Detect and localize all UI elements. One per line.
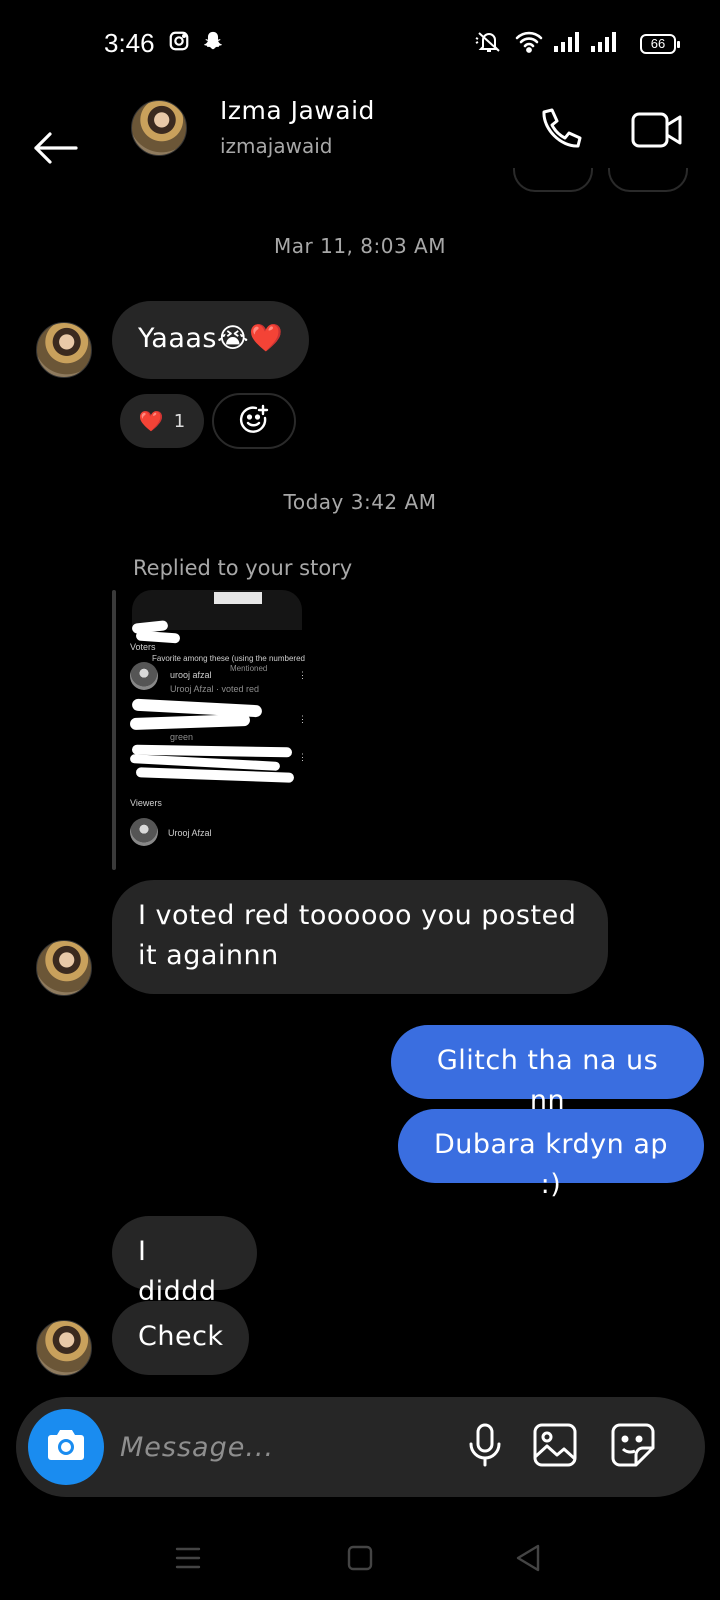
home-button[interactable] bbox=[340, 1540, 380, 1580]
voter-avatar bbox=[130, 662, 158, 690]
sticker-icon bbox=[610, 1422, 656, 1472]
status-time: 3:46 bbox=[104, 28, 155, 58]
gallery-button[interactable] bbox=[529, 1421, 581, 1473]
message-text: Glitch tha na us nn bbox=[436, 1045, 659, 1116]
message-bubble-sent[interactable]: Glitch tha na us nn bbox=[391, 1025, 704, 1116]
voice-message-button[interactable] bbox=[459, 1421, 511, 1473]
message-text: Yaaas😭❤️ bbox=[138, 323, 284, 354]
message-composer bbox=[16, 1397, 705, 1497]
more-icon: ⋮ bbox=[298, 752, 306, 762]
reaction-pill[interactable] bbox=[513, 168, 593, 192]
timestamp: Mar 11, 8:03 AM bbox=[274, 234, 446, 258]
voter-name: urooj afzal bbox=[170, 670, 212, 680]
signal-icon bbox=[553, 30, 579, 58]
contact-avatar[interactable] bbox=[131, 100, 187, 156]
menu-icon bbox=[174, 1545, 202, 1575]
home-square-icon bbox=[347, 1545, 373, 1575]
message-bubble-sent[interactable]: Dubara krdyn ap :) bbox=[398, 1109, 704, 1200]
system-navigation-bar bbox=[0, 1520, 720, 1600]
back-button[interactable] bbox=[28, 110, 84, 166]
timestamp: Today 3:42 AM bbox=[283, 490, 437, 514]
battery-indicator: 66 bbox=[640, 34, 680, 54]
status-bar: 3:46 66 bbox=[0, 0, 720, 90]
message-bubble[interactable]: Check bbox=[112, 1301, 249, 1375]
message-bubble[interactable]: I voted red toooooo you posted it againn… bbox=[112, 880, 608, 994]
story-reply-label: Replied to your story bbox=[133, 556, 353, 580]
reply-divider bbox=[112, 590, 116, 870]
poll-caption: Favorite among these (using the numbered… bbox=[152, 654, 306, 663]
voter-choice: green bbox=[170, 732, 194, 742]
back-arrow-icon bbox=[28, 132, 84, 170]
viewer-name: Urooj Afzal bbox=[168, 828, 212, 838]
sender-avatar[interactable] bbox=[36, 1320, 92, 1376]
story-thumbnail[interactable]: Voters Favorite among these (using the n… bbox=[130, 590, 306, 866]
more-icon: ⋮ bbox=[298, 670, 306, 680]
voter-subtitle: Urooj Afzal · voted red bbox=[170, 684, 260, 694]
add-reaction-button[interactable] bbox=[212, 393, 296, 449]
reaction-pill[interactable]: ❤️ 1 bbox=[120, 394, 204, 448]
audio-call-button[interactable] bbox=[530, 102, 586, 158]
poll-caption-2: Mentioned bbox=[230, 664, 268, 673]
signal-icon bbox=[590, 30, 616, 58]
contact-name[interactable]: Izma Jawaid bbox=[220, 96, 375, 125]
message-text: Check bbox=[138, 1321, 224, 1352]
wifi-icon bbox=[515, 30, 543, 58]
more-icon: ⋮ bbox=[298, 714, 306, 724]
sender-avatar[interactable] bbox=[36, 322, 92, 378]
snapchat-icon bbox=[202, 30, 224, 56]
story-preview-image bbox=[214, 592, 262, 604]
microphone-icon bbox=[465, 1422, 505, 1472]
contact-username[interactable]: izmajawaid bbox=[220, 134, 332, 158]
mute-icon bbox=[474, 30, 504, 58]
menu-button[interactable] bbox=[168, 1540, 208, 1580]
viewer-avatar bbox=[130, 818, 158, 846]
video-call-button[interactable] bbox=[628, 102, 688, 158]
add-emoji-icon bbox=[238, 403, 270, 439]
message-text: I diddd bbox=[138, 1236, 217, 1307]
camera-button[interactable] bbox=[28, 1409, 104, 1485]
reaction-count: 1 bbox=[173, 410, 186, 432]
message-bubble[interactable]: I diddd bbox=[112, 1216, 257, 1307]
camera-icon bbox=[46, 1427, 86, 1467]
heart-reaction: ❤️ bbox=[138, 409, 164, 433]
phone-icon bbox=[530, 108, 586, 162]
video-camera-icon bbox=[628, 112, 688, 162]
message-text: I voted red toooooo you posted it againn… bbox=[138, 900, 577, 971]
gallery-icon bbox=[532, 1422, 578, 1472]
sender-avatar[interactable] bbox=[36, 940, 92, 996]
sticker-button[interactable] bbox=[607, 1421, 659, 1473]
viewers-label: Viewers bbox=[130, 798, 162, 808]
message-bubble[interactable]: Yaaas😭❤️ bbox=[112, 301, 310, 379]
message-text: Dubara krdyn ap :) bbox=[433, 1129, 669, 1200]
scribble-mark bbox=[130, 713, 251, 731]
instagram-icon bbox=[168, 30, 190, 56]
add-reaction-button[interactable] bbox=[608, 168, 688, 192]
back-nav-button[interactable] bbox=[508, 1540, 548, 1580]
voters-label: Voters bbox=[130, 642, 156, 652]
message-input[interactable] bbox=[120, 1423, 440, 1471]
back-triangle-icon bbox=[514, 1543, 542, 1577]
